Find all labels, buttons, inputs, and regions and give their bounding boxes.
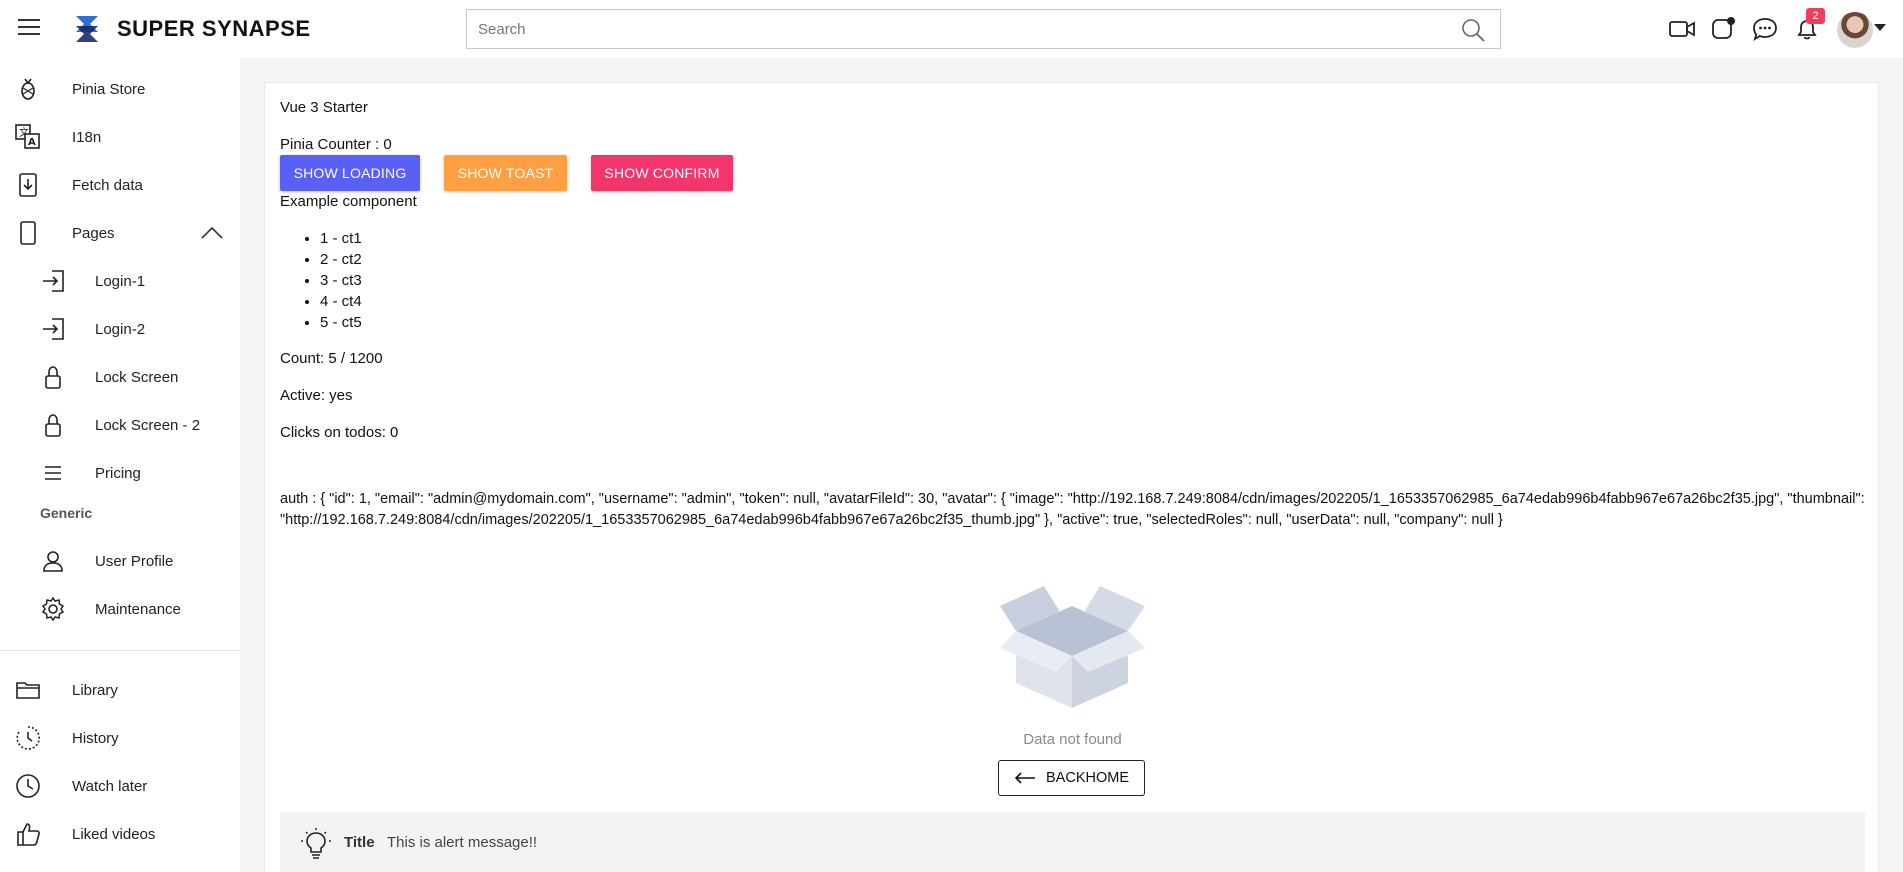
sidebar: Pinia Store 文 A I18n Fetch data Pages Lo…	[0, 58, 240, 872]
show-loading-button[interactable]: SHOW LOADING	[280, 155, 420, 191]
count-text: Count: 5 / 1200	[280, 350, 383, 367]
sidebar-item-label: Lock Screen - 2	[95, 416, 201, 434]
empty-box-icon	[1000, 586, 1145, 708]
todo-item[interactable]: 4 - ct4	[320, 291, 362, 312]
clock-icon	[16, 774, 40, 798]
sidebar-item-watch-later[interactable]: Watch later	[0, 766, 240, 806]
backhome-button[interactable]: BACKHOME	[998, 760, 1145, 796]
folder-icon	[16, 682, 40, 699]
logo-icon[interactable]	[68, 10, 106, 48]
empty-state-text: Data not found	[1023, 731, 1122, 748]
avatar[interactable]	[1837, 12, 1873, 48]
sidebar-item-lock-screen[interactable]: Lock Screen	[0, 357, 240, 397]
search-bar	[466, 9, 1501, 49]
arrow-left-icon	[1014, 772, 1035, 784]
thumbs-up-icon	[17, 823, 40, 846]
main-card	[264, 82, 1879, 872]
sidebar-item-lock-screen-2[interactable]: Lock Screen - 2	[0, 405, 240, 445]
search-icon[interactable]	[1460, 17, 1486, 43]
backhome-label: BACKHOME	[1046, 770, 1129, 786]
video-icon[interactable]	[1668, 16, 1696, 42]
menu-icon[interactable]	[18, 19, 40, 37]
lock-icon	[45, 414, 61, 437]
sidebar-item-label: Watch later	[72, 777, 148, 795]
sidebar-item-user-profile[interactable]: User Profile	[0, 541, 240, 581]
sidebar-divider	[0, 650, 240, 651]
pinia-counter-text: Pinia Counter : 0	[280, 136, 392, 153]
todo-item[interactable]: 3 - ct3	[320, 270, 362, 291]
app-header: SUPER SYNAPSE 2	[0, 0, 1903, 58]
sidebar-item-liked-videos[interactable]: Liked videos	[0, 814, 240, 854]
sidebar-item-fetch-data[interactable]: Fetch data	[0, 165, 240, 205]
notification-badge: 2	[1806, 8, 1825, 24]
active-text: Active: yes	[280, 387, 353, 404]
page-title: Vue 3 Starter	[280, 99, 368, 116]
sidebar-item-library[interactable]: Library	[0, 670, 240, 710]
alert-title: Title	[344, 834, 375, 851]
svg-text:A: A	[28, 137, 36, 148]
sidebar-item-login-1[interactable]: Login-1	[0, 261, 240, 301]
sidebar-item-label: History	[72, 729, 119, 747]
sidebar-item-pages[interactable]: Pages	[0, 213, 240, 253]
todo-item[interactable]: 2 - ct2	[320, 249, 362, 270]
sidebar-item-label: Maintenance	[95, 600, 181, 618]
sidebar-item-maintenance[interactable]: Maintenance	[0, 589, 240, 629]
alert-text: This is alert message!!	[387, 834, 538, 851]
lock-icon	[45, 366, 61, 389]
login-icon	[43, 270, 64, 292]
sidebar-item-login-2[interactable]: Login-2	[0, 309, 240, 349]
sidebar-item-i18n[interactable]: 文 A I18n	[0, 117, 240, 157]
sidebar-item-pricing[interactable]: Pricing	[0, 453, 240, 493]
apps-icon[interactable]	[1709, 16, 1737, 42]
sidebar-item-label: Pinia Store	[72, 80, 146, 98]
sidebar-item-label: Login-2	[95, 320, 146, 338]
sidebar-item-label: I18n	[72, 128, 102, 146]
history-icon	[16, 726, 40, 750]
clicks-text: Clicks on todos: 0	[280, 424, 399, 441]
lightbulb-icon	[301, 828, 331, 859]
user-icon	[43, 551, 63, 572]
sidebar-item-label: Pricing	[95, 464, 141, 482]
login-icon	[43, 318, 64, 340]
sidebar-item-pinia-store[interactable]: Pinia Store	[0, 69, 240, 109]
section-label-generic: Generic	[40, 505, 93, 521]
page-icon	[20, 221, 36, 245]
chevron-down-icon[interactable]	[1874, 24, 1886, 31]
todo-item[interactable]: 5 - ct5	[320, 312, 362, 333]
sidebar-item-label: Login-1	[95, 272, 146, 290]
show-confirm-button[interactable]: SHOW CONFIRM	[591, 155, 733, 191]
translate-icon: 文 A	[15, 124, 40, 149]
sidebar-item-label: Liked videos	[72, 825, 156, 843]
sidebar-item-history[interactable]: History	[0, 718, 240, 758]
sidebar-item-label: Pages	[72, 224, 115, 242]
pineapple-icon	[21, 78, 35, 100]
auth-json-text: auth : { "id": 1, "email": "admin@mydoma…	[280, 491, 1865, 528]
todo-item[interactable]: 1 - ct1	[320, 228, 362, 249]
chevron-up-icon[interactable]	[200, 225, 224, 241]
list-icon	[45, 466, 61, 480]
chat-icon[interactable]	[1751, 16, 1779, 42]
gear-icon	[41, 596, 65, 622]
sidebar-item-label: Library	[72, 681, 118, 699]
alert-message: Title This is alert message!!	[280, 812, 1865, 872]
sidebar-item-label: Fetch data	[72, 176, 143, 194]
sidebar-item-label: Lock Screen	[95, 368, 179, 386]
sidebar-item-label: User Profile	[95, 552, 174, 570]
search-input[interactable]	[467, 10, 1417, 48]
example-component-heading: Example component	[280, 193, 417, 210]
todo-list: 1 - ct1 2 - ct2 3 - ct3 4 - ct4 5 - ct5	[320, 228, 362, 333]
show-toast-button[interactable]: SHOW TOAST	[444, 155, 567, 191]
brand-name[interactable]: SUPER SYNAPSE	[117, 16, 311, 42]
download-icon	[19, 173, 37, 197]
